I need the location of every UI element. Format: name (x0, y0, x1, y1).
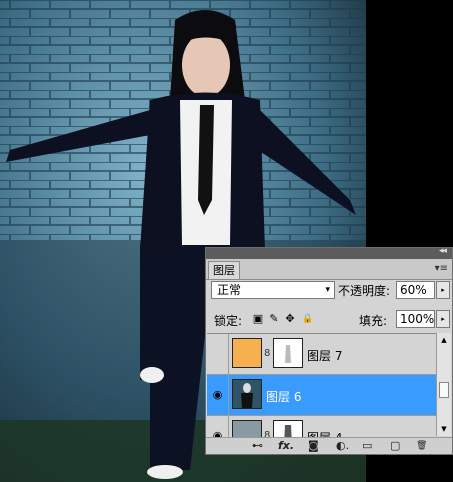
blend-mode-select[interactable]: 正常 ▾ (211, 281, 335, 299)
panel-footer: ⊷ fx. ◙ ◐. ▭ ▢ 🗑 (206, 437, 452, 454)
fill-input[interactable]: 100% (396, 310, 435, 328)
layer-name: 图层 7 (307, 349, 343, 363)
link-layers-icon[interactable]: ⊷ (252, 439, 263, 453)
opacity-label: 不透明度: (338, 284, 391, 298)
blend-mode-value: 正常 (217, 283, 242, 297)
scroll-down-icon[interactable]: ▼ (437, 422, 451, 436)
eye-icon: ◉ (212, 388, 223, 401)
lock-image-icon[interactable]: ✎ (268, 313, 280, 325)
layer-name: 图层 6 (266, 390, 302, 404)
layer-name: 图层 4 (307, 429, 342, 437)
link-icon[interactable]: 8 (264, 348, 270, 359)
layer-thumbnail (232, 420, 262, 437)
layer-row[interactable]: ◉ 8 图层 4 (207, 416, 437, 437)
panel-titlebar[interactable]: ◂◂ (206, 246, 452, 259)
new-layer-icon[interactable]: ▢ (390, 439, 400, 453)
new-group-icon[interactable]: ▭ (362, 439, 372, 453)
adjustment-layer-icon[interactable]: ◐. (336, 439, 349, 453)
opacity-input[interactable]: 60% (396, 281, 435, 299)
visibility-toggle[interactable] (207, 334, 229, 374)
lock-row: 锁定: ▣ ✎ ✥ 🔒 填充: 100% ▸ (210, 310, 450, 330)
mask-figure (285, 345, 291, 363)
panel-tabbar: 图层 ▾≡ (206, 259, 452, 280)
layer-mask-thumbnail[interactable] (273, 338, 303, 368)
lock-position-icon[interactable]: ✥ (284, 313, 296, 325)
layer-row[interactable]: 8 图层 7 (207, 334, 437, 375)
fill-slider-button[interactable]: ▸ (436, 310, 450, 328)
add-mask-icon[interactable]: ◙ (308, 439, 319, 453)
thumbnail-figure (241, 383, 253, 408)
visibility-toggle[interactable]: ◉ (207, 375, 229, 415)
eye-icon: ◉ (212, 429, 223, 437)
scroll-up-icon[interactable]: ▲ (437, 333, 451, 347)
lock-all-icon[interactable]: 🔒 (302, 313, 314, 325)
link-icon[interactable]: 8 (264, 430, 270, 437)
visibility-toggle[interactable]: ◉ (207, 416, 229, 437)
layers-panel: ◂◂ 图层 ▾≡ 正常 ▾ 不透明度: 60% ▸ 锁定: ▣ ✎ ✥ 🔒 填充… (205, 246, 453, 455)
layers-list: 8 图层 7 ◉ 图层 6 ◉ 8 图层 4 (207, 333, 437, 437)
scrollbar-thumb[interactable] (439, 382, 449, 398)
layers-scrollbar[interactable]: ▲ ▼ (436, 333, 451, 436)
layer-mask-thumbnail[interactable] (273, 420, 303, 437)
mask-figure (284, 425, 292, 437)
layer-row-selected[interactable]: ◉ 图层 6 (207, 375, 437, 416)
lock-label: 锁定: (214, 314, 243, 328)
layer-thumbnail (232, 379, 262, 409)
lock-transparent-icon[interactable]: ▣ (252, 313, 264, 325)
panel-menu-icon[interactable]: ▾≡ (435, 263, 448, 274)
chevron-down-icon: ▾ (325, 285, 330, 295)
collapse-icon[interactable]: ◂◂ (439, 246, 447, 256)
layer-thumbnail (232, 338, 262, 368)
fx-icon[interactable]: fx. (278, 439, 294, 453)
blend-row: 正常 ▾ 不透明度: 60% ▸ (210, 281, 450, 301)
opacity-slider-button[interactable]: ▸ (436, 281, 450, 299)
tab-layers[interactable]: 图层 (208, 261, 240, 279)
fill-label: 填充: (359, 314, 388, 328)
trash-icon[interactable]: 🗑 (416, 439, 427, 453)
